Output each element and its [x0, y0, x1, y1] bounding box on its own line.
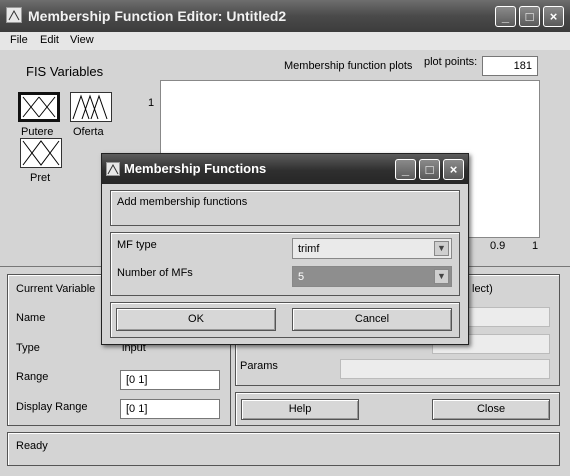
display-range-input[interactable]: [0 1]	[120, 399, 220, 419]
fis-var-oferta-label: Oferta	[73, 126, 104, 138]
params-input[interactable]	[340, 359, 550, 379]
dialog-minimize-button[interactable]: _	[395, 159, 416, 180]
range-label: Range	[16, 371, 49, 383]
num-mfs-label: Number of MFs	[117, 267, 193, 279]
matlab-icon	[106, 162, 120, 176]
fis-var-oferta-icon[interactable]	[70, 92, 112, 122]
mf-type-dropdown[interactable]: trimf ▼	[292, 238, 452, 259]
chevron-down-icon: ▼	[434, 241, 449, 256]
fis-variables-heading: FIS Variables	[26, 64, 104, 79]
current-variable-heading: Current Variable	[16, 283, 96, 295]
cancel-button[interactable]: Cancel	[292, 308, 452, 331]
menu-view[interactable]: View	[70, 34, 94, 46]
status-panel	[7, 432, 560, 466]
plot-points-label: plot points:	[424, 56, 478, 68]
ok-button[interactable]: OK	[116, 308, 276, 331]
maximize-button[interactable]: □	[519, 6, 540, 27]
window-title: Membership Function Editor: Untitled2	[28, 8, 287, 24]
name-label: Name	[16, 312, 46, 324]
menu-edit[interactable]: Edit	[40, 34, 59, 46]
params-label: Params	[240, 360, 278, 372]
menu-file[interactable]: File	[10, 34, 28, 46]
dialog-close-button[interactable]: ×	[443, 159, 464, 180]
fis-var-pret-label: Pret	[30, 172, 51, 184]
current-mf-heading: lect)	[472, 283, 493, 295]
fis-var-putere-icon[interactable]	[18, 92, 60, 122]
type-label: Type	[16, 342, 40, 354]
num-mfs-dropdown[interactable]: 5 ▼	[292, 266, 452, 287]
status-text: Ready	[16, 440, 48, 452]
minimize-button[interactable]: _	[495, 6, 516, 27]
chevron-down-icon: ▼	[434, 269, 449, 284]
dialog-title: Membership Functions	[124, 161, 267, 176]
plot-x-tick-09: 0.9	[490, 240, 506, 252]
matlab-icon	[6, 7, 22, 23]
plot-title: Membership function plots	[284, 60, 413, 72]
range-input[interactable]: [0 1]	[120, 370, 220, 390]
membership-functions-dialog: Membership Functions _ □ × Add membershi…	[101, 153, 469, 345]
plot-points-input[interactable]: 181	[482, 56, 538, 76]
fis-var-pret-icon[interactable]	[20, 138, 62, 168]
help-button[interactable]: Help	[241, 399, 359, 420]
dialog-subtitle: Add membership functions	[117, 196, 248, 208]
dialog-maximize-button[interactable]: □	[419, 159, 440, 180]
close-window-button[interactable]: ×	[543, 6, 564, 27]
plot-y-tick-top: 1	[148, 97, 155, 109]
num-mfs-value: 5	[298, 271, 305, 283]
close-button[interactable]: Close	[432, 399, 550, 420]
fis-var-putere-label: Putere	[21, 126, 54, 138]
display-range-label: Display Range	[16, 401, 88, 413]
mf-type-value: trimf	[298, 243, 320, 255]
plot-x-tick-1: 1	[532, 240, 539, 252]
mf-type-label: MF type	[117, 239, 157, 251]
